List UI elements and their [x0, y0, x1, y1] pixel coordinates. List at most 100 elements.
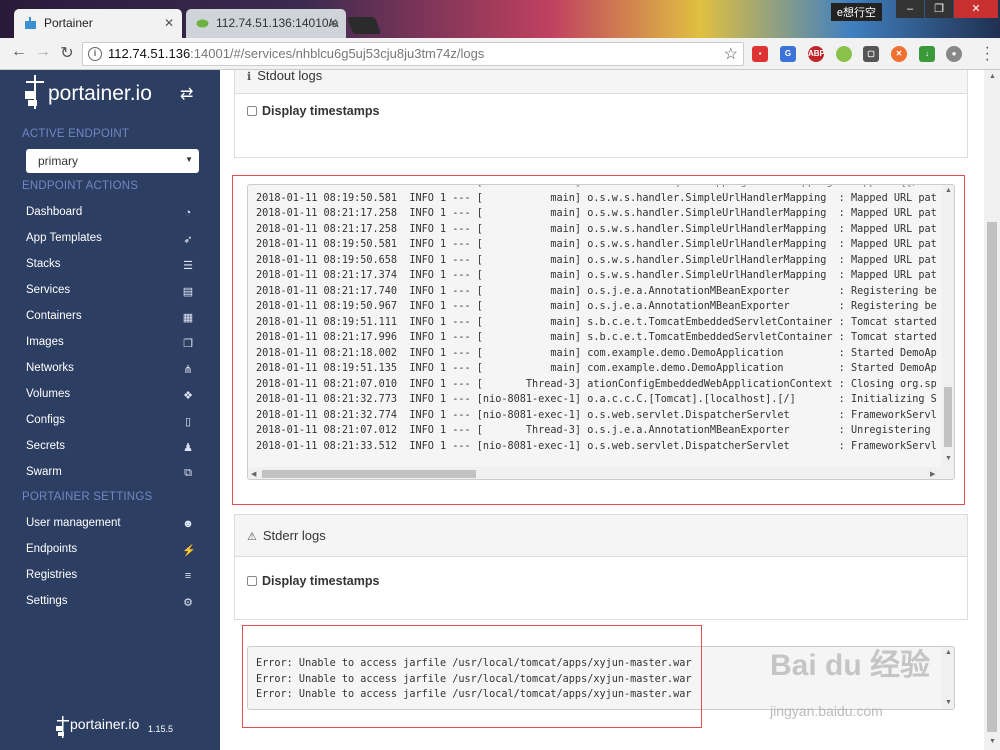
- sidebar-item-label: User management: [26, 517, 121, 529]
- sidebar-item-dashboard[interactable]: Dashboard ◔: [26, 206, 196, 226]
- sidebar: portainer.io ⇄ ACTIVE ENDPOINT primary ▼…: [0, 70, 220, 750]
- tab-portainer[interactable]: Portainer ✕: [14, 9, 182, 38]
- warning-icon: ⚠: [247, 531, 257, 543]
- tab-title: 112.74.51.136:14010/a: [216, 16, 339, 30]
- section-endpoint-actions: ENDPOINT ACTIONS: [22, 180, 139, 192]
- stdout-heading: ℹ Stdout logs: [235, 70, 967, 94]
- misc-extension-icon[interactable]: ●: [946, 46, 962, 62]
- tab-close-icon[interactable]: ✕: [164, 9, 174, 38]
- sidebar-item-services[interactable]: Services ▤: [26, 284, 196, 304]
- sidebar-item-images[interactable]: Images ❐: [26, 336, 196, 356]
- sidebar-item-configs[interactable]: Configs ▯: [26, 414, 196, 434]
- sidebar-item-volumes[interactable]: Volumes ❖: [26, 388, 196, 408]
- site-info-icon[interactable]: i: [88, 47, 102, 61]
- sitemap-icon: ⋔: [183, 364, 193, 376]
- tab-title: Portainer: [44, 16, 93, 30]
- plug-icon: ⚡: [182, 545, 196, 557]
- forward-icon[interactable]: →: [32, 43, 54, 61]
- back-icon[interactable]: ←: [8, 43, 30, 61]
- green-extension-icon[interactable]: [836, 46, 852, 62]
- stdout-panel-header: ℹ Stdout logs Display timestamps: [234, 70, 968, 158]
- sidebar-item-label: App Templates: [26, 232, 102, 244]
- stderr-heading: ⚠ Stderr logs: [235, 515, 967, 557]
- bookmark-star-icon[interactable]: ☆: [724, 44, 738, 64]
- browser-titlebar: Portainer ✕ 112.74.51.136:14010/a ✕ e想行空…: [0, 0, 1000, 38]
- sidebar-item-label: Registries: [26, 569, 78, 581]
- exchange-icon[interactable]: ⇄: [180, 84, 193, 104]
- caret-down-icon: ▼: [185, 155, 193, 164]
- reload-icon[interactable]: ↻: [56, 43, 78, 63]
- user-secret-icon: ♟: [183, 442, 193, 454]
- download-extension-icon[interactable]: ↓: [919, 46, 935, 62]
- sidebar-item-endpoints[interactable]: Endpoints ⚡: [26, 543, 196, 563]
- scroll-up-icon[interactable]: ▲: [989, 73, 996, 80]
- browser-menu-icon[interactable]: · · ·: [985, 40, 990, 68]
- section-active-endpoint: ACTIVE ENDPOINT: [22, 128, 130, 140]
- sidebar-item-stacks[interactable]: Stacks ☰: [26, 258, 196, 278]
- sidebar-item-label: Images: [26, 336, 64, 348]
- sidebar-item-app-templates[interactable]: App Templates ➶: [26, 232, 196, 252]
- baidu-watermark: Bai du 经验: [770, 649, 931, 682]
- portainer-footer-logo-icon: [56, 716, 69, 738]
- page-vertical-scrollbar[interactable]: ▲ ▼: [984, 70, 1000, 750]
- endpoint-select[interactable]: primary ▼: [26, 149, 199, 173]
- annotation-box-stdout: [232, 175, 965, 505]
- annotation-box-stderr: [242, 625, 702, 728]
- adblock-extension-icon[interactable]: ABP: [808, 46, 825, 62]
- footer-logo-text: portainer.io: [70, 716, 140, 732]
- stderr-timestamps-toggle[interactable]: Display timestamps: [247, 574, 379, 588]
- baidu-watermark-url: jingyan.baidu.com: [770, 703, 883, 719]
- info-circle-icon: ℹ: [247, 71, 252, 83]
- window-user-label: e想行空: [830, 3, 882, 21]
- scroll-down-icon[interactable]: ▼: [945, 699, 952, 706]
- translate-extension-icon[interactable]: G: [780, 46, 796, 62]
- sidebar-item-label: Swarm: [26, 466, 62, 478]
- section-portainer-settings: PORTAINER SETTINGS: [22, 491, 153, 503]
- checkbox[interactable]: [247, 576, 257, 586]
- scroll-down-icon[interactable]: ▼: [989, 738, 996, 745]
- tab-close-icon[interactable]: ✕: [328, 9, 338, 38]
- stdout-timestamps-toggle[interactable]: Display timestamps: [247, 104, 379, 118]
- containers-icon: ▦: [182, 312, 194, 324]
- sidebar-item-label: Secrets: [26, 440, 65, 452]
- close-window-button[interactable]: ✕: [954, 0, 998, 18]
- cubes-icon: ❖: [183, 390, 193, 402]
- url-path: :14001/#/services/nhblcu6g5uj53cju8ju3tm…: [190, 46, 485, 61]
- stdout-title: Stdout logs: [257, 70, 323, 83]
- address-bar[interactable]: i 112.74.51.136:14001/#/services/nhblcu6…: [82, 42, 744, 66]
- sidebar-item-label: Networks: [26, 362, 74, 374]
- minimize-button[interactable]: –: [896, 0, 924, 18]
- url-text[interactable]: 112.74.51.136:14001/#/services/nhblcu6g5…: [108, 46, 484, 61]
- checkbox-label: Display timestamps: [262, 104, 380, 118]
- list-icon: ☰: [183, 260, 193, 272]
- maximize-button[interactable]: ❐: [925, 0, 953, 18]
- extension-red-icon[interactable]: ▪: [752, 46, 768, 62]
- sidebar-item-user-management[interactable]: User management ☻: [26, 517, 196, 537]
- sidebar-item-label: Endpoints: [26, 543, 78, 555]
- sidebar-item-settings[interactable]: Settings ⚙: [26, 595, 196, 615]
- sidebar-item-swarm[interactable]: Swarm ⧉: [26, 466, 196, 486]
- gray-extension-icon[interactable]: ▢: [863, 46, 879, 62]
- tab-app[interactable]: 112.74.51.136:14010/a ✕: [186, 9, 346, 38]
- database-icon: ≡: [184, 570, 192, 582]
- sidebar-item-containers[interactable]: Containers ▦: [26, 310, 196, 330]
- new-tab-button[interactable]: [346, 17, 382, 34]
- orange-extension-icon[interactable]: ✕: [891, 46, 907, 62]
- scrollbar-thumb[interactable]: [987, 222, 997, 732]
- sidebar-item-registries[interactable]: Registries ≡: [26, 569, 196, 589]
- checkbox-label: Display timestamps: [262, 574, 380, 588]
- sidebar-item-label: Stacks: [26, 258, 61, 270]
- sidebar-item-label: Settings: [26, 595, 68, 607]
- checkbox[interactable]: [247, 106, 257, 116]
- scroll-up-icon[interactable]: ▲: [945, 649, 952, 656]
- sidebar-item-networks[interactable]: Networks ⋔: [26, 362, 196, 382]
- stderr-vertical-scrollbar[interactable]: ▲ ▼: [942, 647, 954, 709]
- window-controls: – ❐ ✕: [895, 0, 998, 18]
- stderr-panel-header: ⚠ Stderr logs Display timestamps: [234, 514, 968, 620]
- clone-icon: ❐: [183, 338, 193, 350]
- portainer-logo-icon: [25, 75, 44, 109]
- rocket-icon: ➶: [183, 234, 193, 246]
- users-icon: ☻: [182, 518, 194, 530]
- sidebar-item-secrets[interactable]: Secrets ♟: [26, 440, 196, 460]
- sidebar-item-label: Containers: [26, 310, 82, 322]
